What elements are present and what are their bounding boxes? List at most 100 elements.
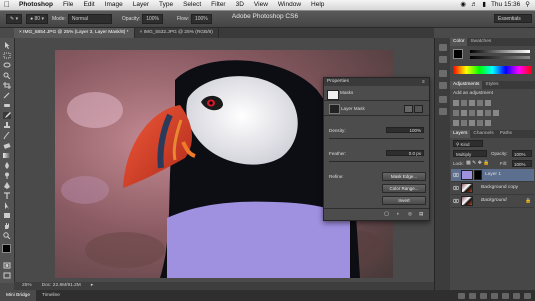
tab-swatches[interactable]: Swatches bbox=[467, 38, 494, 46]
volume-icon[interactable]: ♬ bbox=[471, 0, 478, 10]
brush-tool-icon[interactable] bbox=[3, 112, 11, 119]
photo-filter-icon[interactable] bbox=[477, 110, 483, 116]
opacity-input[interactable]: 100% bbox=[142, 14, 164, 24]
tab-adjustments[interactable]: Adjustments bbox=[450, 81, 483, 89]
eyedropper-tool-icon[interactable] bbox=[3, 92, 11, 99]
type-tool-icon[interactable] bbox=[3, 192, 11, 199]
add-mask-icon[interactable] bbox=[480, 292, 487, 299]
fill-input[interactable]: 100% bbox=[512, 160, 532, 167]
threshold-icon[interactable] bbox=[469, 120, 475, 126]
color-spectrum-ramp[interactable] bbox=[453, 66, 532, 74]
menu-help[interactable]: Help bbox=[306, 0, 329, 10]
dodge-tool-icon[interactable] bbox=[3, 172, 11, 179]
black-white-icon[interactable] bbox=[469, 110, 475, 116]
screen-mode-icon[interactable] bbox=[3, 272, 11, 279]
filter-kind-select[interactable]: ⚲ Kind bbox=[453, 140, 483, 147]
curves-icon[interactable] bbox=[469, 100, 475, 106]
layer-opacity-input[interactable]: 100% bbox=[512, 150, 532, 157]
tab-img-5532[interactable]: × IMG_5532.JPG @ 25% (RGB/8) bbox=[135, 28, 219, 38]
fx-icon[interactable] bbox=[469, 292, 476, 299]
color-slider[interactable] bbox=[470, 56, 530, 59]
lock-icons[interactable]: ▩ ✎ ✥ 🔒 bbox=[466, 160, 490, 166]
paragraph-panel-icon[interactable] bbox=[439, 108, 447, 115]
pixel-mask-icon[interactable] bbox=[329, 104, 340, 114]
tab-layers[interactable]: Layers bbox=[450, 130, 471, 138]
foreground-color-swatch[interactable] bbox=[2, 244, 11, 253]
hand-tool-icon[interactable] bbox=[3, 222, 11, 229]
posterize-icon[interactable] bbox=[461, 120, 467, 126]
delete-mask-icon[interactable]: ▤ bbox=[419, 211, 423, 217]
mask-edge-button[interactable]: Mask Edge... bbox=[382, 172, 426, 181]
gradient-map-icon[interactable] bbox=[477, 120, 483, 126]
invert-button[interactable]: Invert bbox=[382, 196, 426, 205]
clock[interactable]: Thu 15:36 bbox=[491, 0, 520, 10]
tab-timeline[interactable]: Timeline bbox=[36, 290, 66, 301]
visibility-eye-icon[interactable] bbox=[452, 185, 460, 191]
move-tool-icon[interactable] bbox=[3, 42, 11, 49]
layer-mask-thumbnail[interactable] bbox=[474, 170, 482, 180]
layer-row-background-copy[interactable]: Background copy bbox=[451, 182, 534, 195]
fg-color-chip[interactable] bbox=[453, 49, 463, 59]
menu-filter[interactable]: Filter bbox=[206, 0, 230, 10]
disable-mask-icon[interactable]: ◎ bbox=[408, 211, 412, 217]
apple-icon[interactable]:  bbox=[0, 0, 14, 10]
menu-type[interactable]: Type bbox=[154, 0, 178, 10]
path-selection-tool-icon[interactable] bbox=[3, 202, 11, 209]
tab-img-5854[interactable]: × IMG_5854.JPG @ 25% (Layer 3, Layer Mas… bbox=[14, 28, 135, 38]
vibrance-icon[interactable] bbox=[485, 100, 491, 106]
add-vector-mask-icon[interactable] bbox=[414, 105, 423, 113]
eraser-tool-icon[interactable] bbox=[3, 142, 11, 149]
actions-panel-icon[interactable] bbox=[439, 56, 447, 63]
wifi-icon[interactable]: ◉ bbox=[460, 0, 466, 10]
color-balance-icon[interactable] bbox=[461, 110, 467, 116]
density-slider[interactable] bbox=[329, 138, 424, 139]
status-arrow-icon[interactable]: ▸ bbox=[91, 282, 93, 290]
blend-mode-select[interactable]: Multiply bbox=[453, 150, 487, 157]
new-adjustment-icon[interactable] bbox=[491, 292, 498, 299]
color-slider[interactable] bbox=[470, 50, 530, 53]
tool-preset-picker[interactable]: ✎ ▾ bbox=[6, 14, 23, 24]
feather-slider[interactable] bbox=[329, 161, 424, 162]
menu-3d[interactable]: 3D bbox=[231, 0, 249, 10]
tab-color[interactable]: Color bbox=[450, 38, 468, 46]
exposure-icon[interactable] bbox=[477, 100, 483, 106]
color-range-button[interactable]: Color Range... bbox=[382, 184, 426, 193]
feather-input[interactable]: 0.0 px bbox=[386, 150, 424, 156]
menu-file[interactable]: File bbox=[58, 0, 78, 10]
history-brush-tool-icon[interactable] bbox=[3, 132, 11, 139]
menu-layer[interactable]: Layer bbox=[128, 0, 154, 10]
invert-adjust-icon[interactable] bbox=[453, 120, 459, 126]
close-icon[interactable]: × bbox=[140, 30, 143, 35]
mode-select[interactable]: Normal bbox=[67, 14, 112, 24]
properties-title[interactable]: Properties bbox=[324, 78, 429, 86]
healing-brush-tool-icon[interactable] bbox=[3, 102, 11, 109]
lasso-tool-icon[interactable] bbox=[3, 62, 11, 69]
load-selection-icon[interactable]: ◯ bbox=[384, 211, 389, 217]
history-panel-icon[interactable] bbox=[439, 44, 447, 51]
link-layers-icon[interactable] bbox=[458, 292, 465, 299]
blur-tool-icon[interactable] bbox=[3, 162, 11, 169]
spotlight-search-icon[interactable]: ⚲ bbox=[525, 0, 530, 10]
tab-paths[interactable]: Paths bbox=[497, 130, 515, 138]
battery-icon[interactable]: ▮ bbox=[482, 0, 486, 10]
hue-saturation-icon[interactable] bbox=[453, 110, 459, 116]
brightness-contrast-icon[interactable] bbox=[453, 100, 459, 106]
zoom-tool-icon[interactable] bbox=[3, 232, 11, 239]
quick-mask-icon[interactable] bbox=[3, 262, 11, 269]
properties-panel-icon[interactable] bbox=[439, 70, 447, 77]
tab-styles[interactable]: Styles bbox=[482, 81, 501, 89]
rectangle-tool-icon[interactable] bbox=[3, 212, 11, 219]
layer-row-background[interactable]: Background 🔒 bbox=[451, 195, 534, 208]
tab-channels[interactable]: Channels bbox=[470, 130, 496, 138]
menu-view[interactable]: View bbox=[249, 0, 273, 10]
crop-tool-icon[interactable] bbox=[3, 82, 11, 89]
layer-row-layer-1[interactable]: Layer 1 bbox=[451, 169, 534, 182]
panel-menu-icon[interactable]: ≡ bbox=[422, 79, 425, 84]
brush-size-picker[interactable]: ● 80 ▾ bbox=[26, 14, 48, 24]
pen-tool-icon[interactable] bbox=[3, 182, 11, 189]
color-lookup-icon[interactable] bbox=[493, 110, 499, 116]
character-panel-icon[interactable] bbox=[439, 96, 447, 103]
workspace-switcher[interactable]: Essentials bbox=[494, 14, 532, 23]
menu-image[interactable]: Image bbox=[100, 0, 128, 10]
apply-mask-icon[interactable]: ◑ bbox=[396, 211, 399, 216]
